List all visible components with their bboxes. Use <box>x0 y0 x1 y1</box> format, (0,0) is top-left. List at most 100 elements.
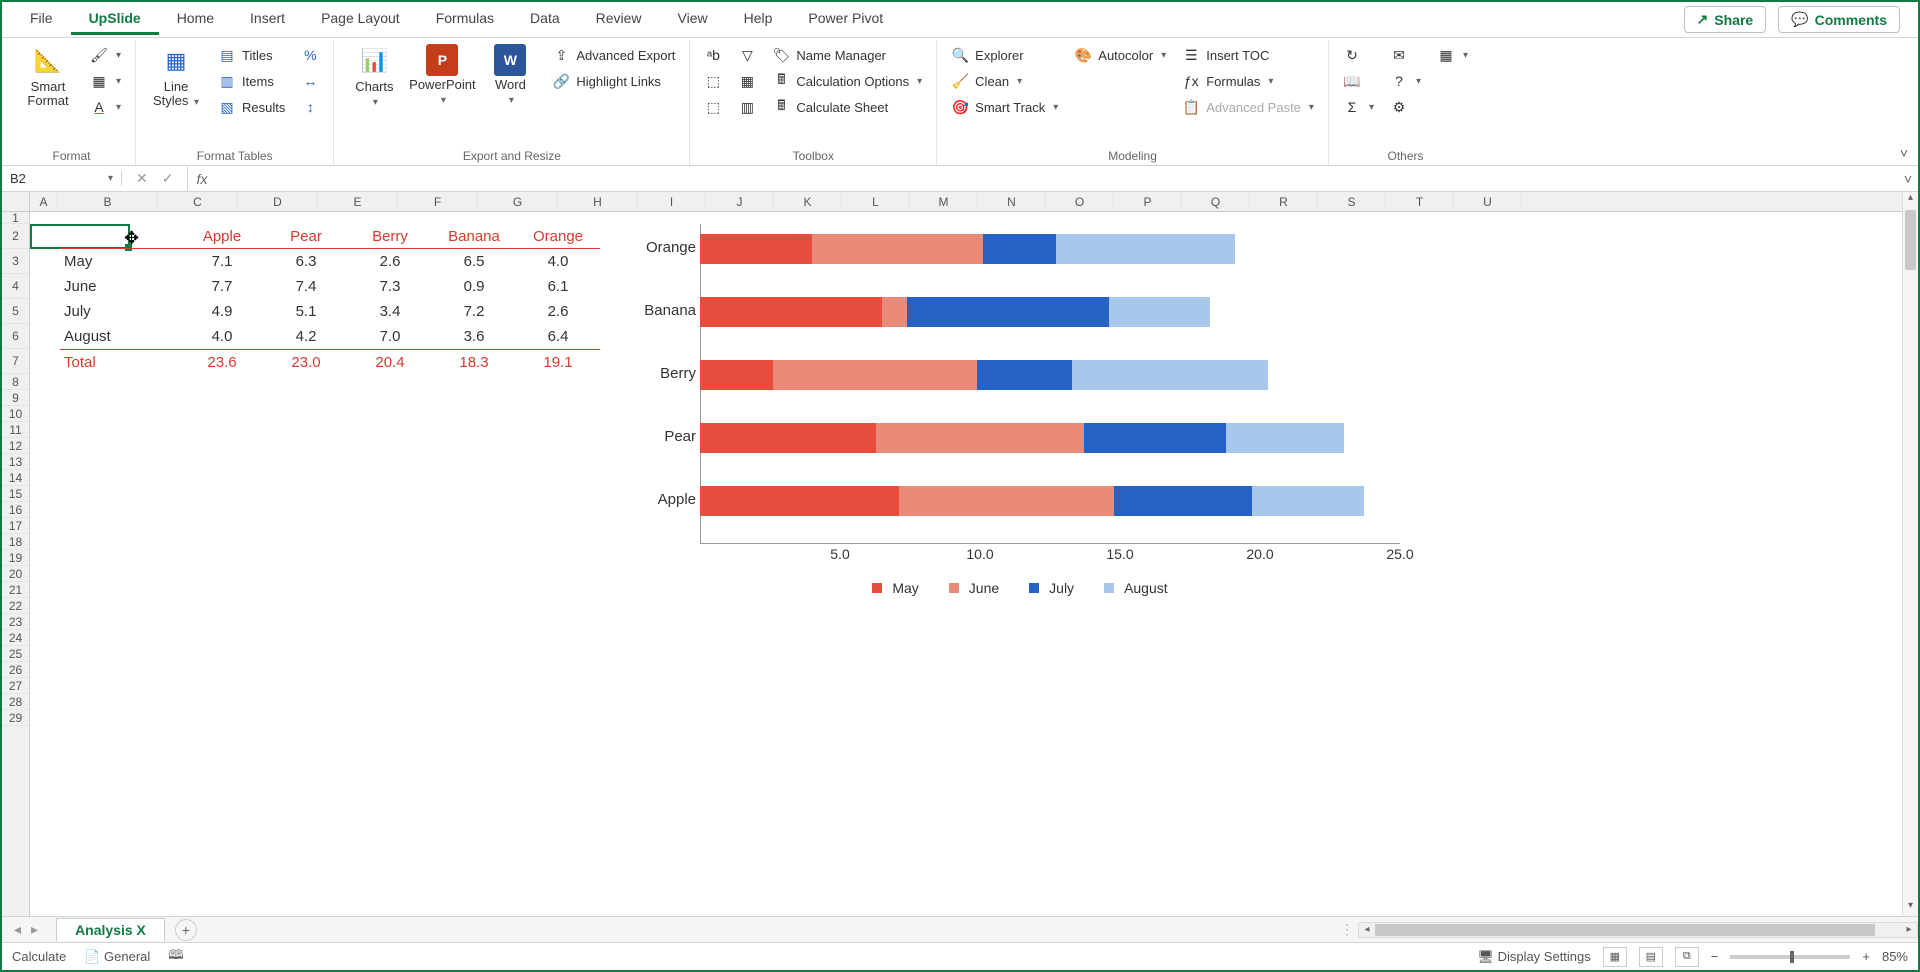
hscroll-right-icon[interactable]: ▸ <box>1901 924 1917 935</box>
others-btn-3[interactable]: ▦▾ <box>1433 44 1472 66</box>
col-header-P[interactable]: P <box>1114 192 1182 211</box>
menu-tab-upslide[interactable]: UpSlide <box>71 4 159 35</box>
others-btn-8[interactable]: ⚙ <box>1386 96 1425 118</box>
powerpoint-button[interactable]: P PowerPoint▾ <box>412 44 472 107</box>
others-btn-7[interactable]: Σ▾ <box>1339 96 1378 118</box>
zoom-knob[interactable] <box>1790 951 1794 963</box>
scroll-up-icon[interactable]: ▴ <box>1903 192 1918 208</box>
row-header-26[interactable]: 26 <box>2 662 29 678</box>
toolbox-btn-a1[interactable]: ᵃb <box>700 44 726 66</box>
share-button[interactable]: ↗ Share <box>1684 6 1767 33</box>
row-header-5[interactable]: 5 <box>2 299 29 324</box>
row-header-11[interactable]: 11 <box>2 422 29 438</box>
col-header-L[interactable]: L <box>842 192 910 211</box>
col-header-I[interactable]: I <box>638 192 706 211</box>
highlight-links-button[interactable]: 🔗Highlight Links <box>548 70 679 92</box>
smart-format-button[interactable]: 📐 SmartFormat <box>18 44 78 109</box>
view-normal-button[interactable]: ▦ <box>1603 947 1627 967</box>
row-header-6[interactable]: 6 <box>2 324 29 349</box>
width-button[interactable]: ↔ <box>297 70 323 92</box>
col-header-R[interactable]: R <box>1250 192 1318 211</box>
height-button[interactable]: ↕ <box>297 96 323 118</box>
fx-icon[interactable]: fx <box>188 171 215 187</box>
scroll-down-icon[interactable]: ▾ <box>1903 900 1918 916</box>
sheet-tab-active[interactable]: Analysis X <box>56 918 165 941</box>
others-btn-4[interactable]: 📖 <box>1339 70 1378 92</box>
row-header-9[interactable]: 9 <box>2 390 29 406</box>
paint-button[interactable]: 🖌▾ <box>86 44 125 66</box>
col-header-B[interactable]: B <box>58 192 158 211</box>
formula-expand-button[interactable]: ˅ <box>1898 171 1918 187</box>
hscroll-thumb[interactable] <box>1375 924 1875 936</box>
row-header-29[interactable]: 29 <box>2 710 29 726</box>
row-header-19[interactable]: 19 <box>2 550 29 566</box>
menu-tab-file[interactable]: File <box>12 4 71 35</box>
clean-button[interactable]: 🧹Clean▾ <box>947 70 1062 92</box>
tab-split-gripper[interactable]: ⋮ <box>1340 921 1350 938</box>
menu-tab-review[interactable]: Review <box>578 4 660 35</box>
tab-nav-prev[interactable]: ◂ <box>10 921 25 938</box>
select-all-corner[interactable] <box>2 192 30 211</box>
add-sheet-button[interactable]: + <box>175 919 197 941</box>
hscroll-left-icon[interactable]: ◂ <box>1359 924 1375 935</box>
status-general[interactable]: 📄 General <box>84 949 150 965</box>
row-header-22[interactable]: 22 <box>2 598 29 614</box>
smart-track-button[interactable]: 🎯Smart Track▾ <box>947 96 1062 118</box>
col-header-S[interactable]: S <box>1318 192 1386 211</box>
line-styles-button[interactable]: ▦ LineStyles ▾ <box>146 44 206 109</box>
col-header-T[interactable]: T <box>1386 192 1454 211</box>
accept-formula-icon[interactable]: ✓ <box>162 170 174 187</box>
explorer-button[interactable]: 🔍Explorer <box>947 44 1062 66</box>
col-header-U[interactable]: U <box>1454 192 1522 211</box>
view-page-break-button[interactable]: ⧉ <box>1675 947 1699 967</box>
others-btn-1[interactable]: ↻ <box>1339 44 1378 66</box>
results-button[interactable]: ▧Results <box>214 96 289 118</box>
row-header-13[interactable]: 13 <box>2 454 29 470</box>
word-button[interactable]: W Word▾ <box>480 44 540 107</box>
row-header-21[interactable]: 21 <box>2 582 29 598</box>
col-header-N[interactable]: N <box>978 192 1046 211</box>
row-header-24[interactable]: 24 <box>2 630 29 646</box>
row-header-28[interactable]: 28 <box>2 694 29 710</box>
row-header-3[interactable]: 3 <box>2 249 29 274</box>
zoom-in-button[interactable]: + <box>1862 949 1870 964</box>
vscroll-thumb[interactable] <box>1905 210 1916 270</box>
view-page-layout-button[interactable]: ▤ <box>1639 947 1663 967</box>
row-header-25[interactable]: 25 <box>2 646 29 662</box>
row-header-8[interactable]: 8 <box>2 374 29 390</box>
col-header-H[interactable]: H <box>558 192 638 211</box>
row-header-20[interactable]: 20 <box>2 566 29 582</box>
col-header-O[interactable]: O <box>1046 192 1114 211</box>
row-header-27[interactable]: 27 <box>2 678 29 694</box>
row-header-12[interactable]: 12 <box>2 438 29 454</box>
row-header-1[interactable]: 1 <box>2 212 29 224</box>
row-header-17[interactable]: 17 <box>2 518 29 534</box>
charts-button[interactable]: 📊 Charts▾ <box>344 44 404 109</box>
col-header-A[interactable]: A <box>30 192 58 211</box>
row-header-18[interactable]: 18 <box>2 534 29 550</box>
col-header-G[interactable]: G <box>478 192 558 211</box>
toolbox-btn-a2[interactable]: ⬚ <box>700 70 726 92</box>
items-button[interactable]: ▥Items <box>214 70 289 92</box>
row-header-14[interactable]: 14 <box>2 470 29 486</box>
row-header-10[interactable]: 10 <box>2 406 29 422</box>
toolbox-btn-b3[interactable]: ▥ <box>734 96 760 118</box>
toolbox-btn-b2[interactable]: ▦ <box>734 70 760 92</box>
row-header-4[interactable]: 4 <box>2 274 29 299</box>
percent-button[interactable]: % <box>297 44 323 66</box>
others-btn-5[interactable]: ?▾ <box>1386 70 1425 92</box>
col-header-M[interactable]: M <box>910 192 978 211</box>
horizontal-scrollbar[interactable]: ◂ ▸ <box>1358 922 1918 938</box>
row-header-7[interactable]: 7 <box>2 349 29 374</box>
col-header-Q[interactable]: Q <box>1182 192 1250 211</box>
col-header-F[interactable]: F <box>398 192 478 211</box>
col-header-C[interactable]: C <box>158 192 238 211</box>
zoom-level[interactable]: 85% <box>1882 949 1908 964</box>
status-accessibility-icon[interactable]: 🕮 <box>168 946 183 968</box>
menu-tab-data[interactable]: Data <box>512 4 578 35</box>
status-calculate[interactable]: Calculate <box>12 949 66 964</box>
sheet-body[interactable]: ✥ ApplePearBerryBananaOrange May7.16.32.… <box>30 212 1902 916</box>
calc-sheet-button[interactable]: 🖩Calculate Sheet <box>768 96 926 118</box>
row-header-16[interactable]: 16 <box>2 502 29 518</box>
font-color-button[interactable]: A▾ <box>86 96 125 118</box>
